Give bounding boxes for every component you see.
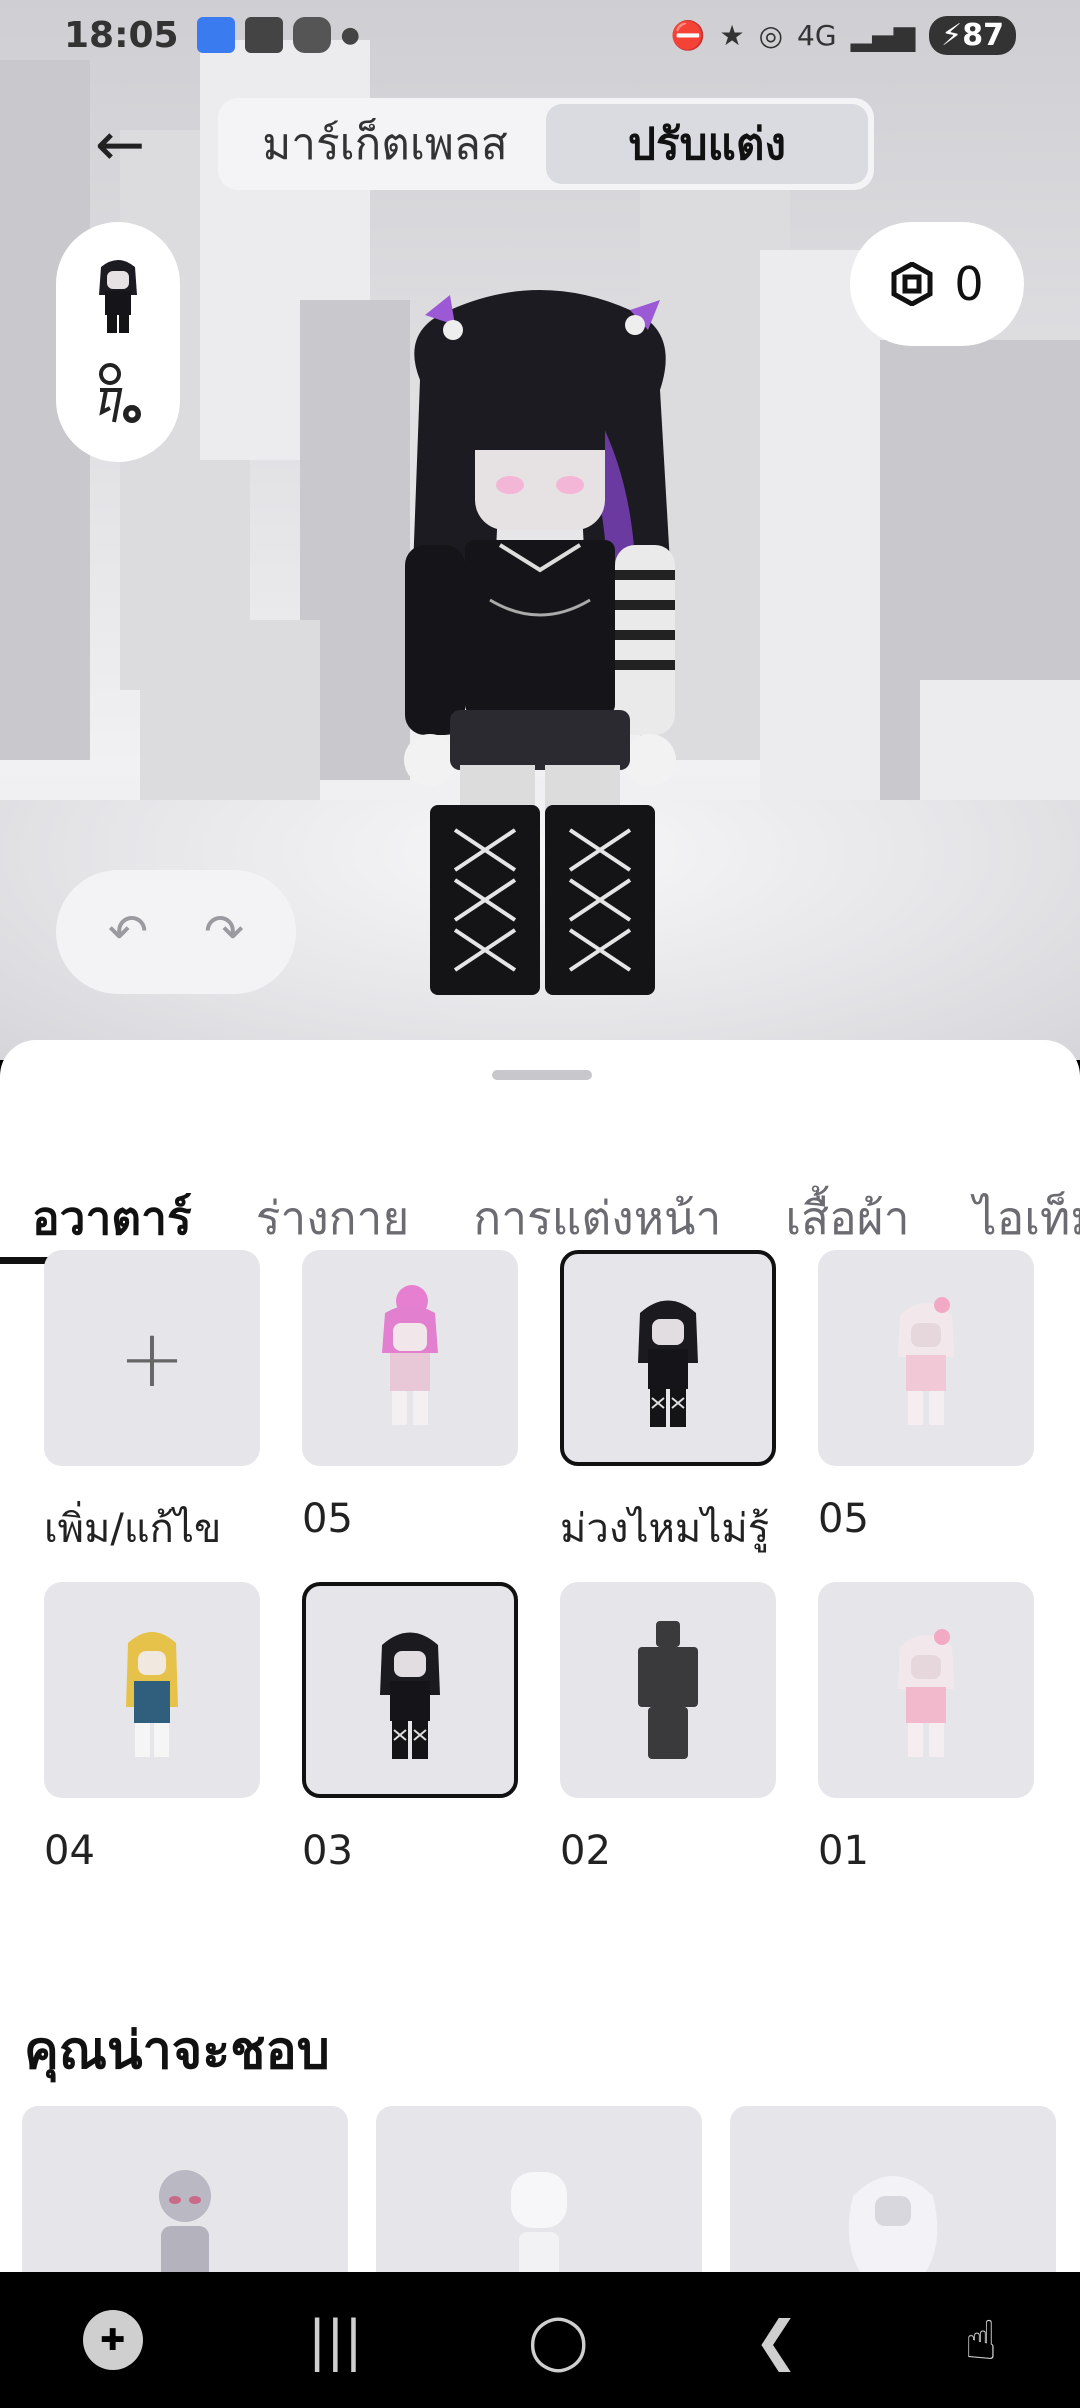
outfit-label: 05 (302, 1496, 353, 1542)
tab-avatar[interactable]: อวาตาร์ (0, 1140, 224, 1264)
outfit-avatar-image (638, 1300, 698, 1427)
battery-indicator: ⚡87 (929, 15, 1016, 55)
outfit-label: 03 (302, 1828, 353, 1874)
scene-block (140, 620, 320, 820)
recommend-item-image (159, 2170, 211, 2272)
robux-amount: 0 (954, 257, 984, 311)
hotspot-icon: ◎ (758, 18, 784, 52)
side-toolbar (56, 222, 180, 462)
outfit-item[interactable]: 05 (818, 1250, 1034, 1582)
more-dot-icon: ● (340, 22, 360, 48)
outfit-item[interactable]: 04 (44, 1582, 260, 1914)
avatar-model[interactable] (330, 270, 750, 1000)
star-icon: ★ (719, 18, 745, 52)
system-nav-bar: ✚ ||| ◯ ❮ ☝ (0, 2272, 1080, 2408)
undo-icon[interactable]: ↶ (108, 904, 148, 960)
outfit-label: 04 (44, 1828, 95, 1874)
recommend-card[interactable] (376, 2106, 702, 2272)
outfit-item[interactable]: 01 (818, 1582, 1034, 1914)
outfit-avatar-image (382, 1285, 438, 1425)
tab-customize[interactable]: ปรับแต่ง (546, 104, 868, 184)
game-launcher-icon[interactable]: ✚ (82, 2310, 143, 2370)
recommend-card[interactable] (22, 2106, 348, 2272)
game-icon (292, 17, 331, 53)
outfit-label: ม่วงไหมไม่รู้ (560, 1506, 770, 1552)
avatar-settings-icon[interactable] (88, 360, 148, 430)
editor-bottom-sheet: อวาตาร์ ร่างกาย การแต่งหน้า เสื้อผ้า ไอเ… (0, 1040, 1080, 2272)
outfit-item[interactable]: 02 (560, 1582, 776, 1914)
battery-level: 87 (962, 17, 1004, 53)
status-time: 18:05 (64, 14, 179, 56)
plus-icon: + (118, 1311, 186, 1405)
back-nav-icon[interactable]: ❮ (754, 2309, 799, 2372)
outfit-thumbnail[interactable] (818, 1582, 1034, 1798)
youtube-icon (244, 17, 283, 53)
outfit-label: 01 (818, 1828, 869, 1874)
recommend-card[interactable] (730, 2106, 1056, 2272)
outfit-label: 05 (818, 1496, 869, 1542)
sheet-drag-handle[interactable] (492, 1070, 592, 1080)
outfit-avatar-image (898, 1297, 954, 1425)
recommend-row (22, 2106, 1062, 2272)
redo-icon[interactable]: ↷ (204, 904, 244, 960)
outfit-thumbnail[interactable] (302, 1582, 518, 1798)
outfit-thumbnail[interactable] (560, 1250, 776, 1466)
back-button[interactable]: ← (80, 110, 160, 180)
outfit-avatar-image (638, 1621, 698, 1759)
outfit-avatar-image (126, 1632, 178, 1757)
outfit-thumbnail[interactable] (302, 1250, 518, 1466)
outfit-item[interactable]: 05 (302, 1250, 518, 1582)
mode-switch: มาร์เก็ตเพลส ปรับแต่ง (218, 98, 874, 190)
outfit-thumbnail[interactable] (44, 1582, 260, 1798)
outfit-add-edit[interactable]: + เพิ่ม/แก้ไข (44, 1250, 260, 1582)
outfit-thumbnail[interactable] (818, 1250, 1034, 1466)
outfit-label: 02 (560, 1828, 611, 1874)
category-tabs: อวาตาร์ ร่างกาย การแต่งหน้า เสื้อผ้า ไอเ… (0, 1140, 1080, 1264)
status-bar: 18:05 ● ⛔ ★ ◎ 4G ▂▄▆ ⚡87 (0, 0, 1080, 70)
home-icon[interactable]: ◯ (528, 2309, 588, 2372)
touch-lock-icon[interactable]: ☝ (964, 2309, 997, 2372)
outfit-item[interactable]: ม่วงไหมไม่รู้ (560, 1250, 776, 1582)
outfit-thumbnail[interactable]: + (44, 1250, 260, 1466)
signal-icon: ▂▄▆ (850, 18, 916, 52)
status-right: ⛔ ★ ◎ 4G ▂▄▆ ⚡87 (670, 15, 1016, 55)
dnd-icon: ⛔ (670, 18, 706, 52)
outfit-label: เพิ่ม/แก้ไข (44, 1506, 222, 1552)
network-type: 4G (797, 18, 837, 52)
tab-body[interactable]: ร่างกาย (224, 1140, 442, 1264)
tab-clothing[interactable]: เสื้อผ้า (753, 1140, 941, 1264)
avatar-thumbnail-icon[interactable] (91, 255, 145, 335)
outfit-avatar-image (380, 1632, 440, 1759)
recents-icon[interactable]: ||| (308, 2309, 363, 2372)
recommend-item-image (511, 2172, 567, 2272)
outfit-thumbnail[interactable] (560, 1582, 776, 1798)
outfit-grid: + เพิ่ม/แก้ไข 05 ม่วงไหมไม่รู้ 05 04 03 … (44, 1250, 1044, 1914)
tab-marketplace[interactable]: มาร์เก็ตเพลส (224, 104, 546, 184)
recommend-heading: คุณน่าจะชอบ (24, 2021, 330, 2081)
outfit-avatar-image (898, 1629, 954, 1757)
robux-icon (891, 262, 933, 306)
outfit-item[interactable]: 03 (302, 1582, 518, 1914)
tab-items[interactable]: ไอเท็ม (942, 1140, 1080, 1264)
robux-balance[interactable]: 0 (850, 222, 1024, 346)
tab-makeup[interactable]: การแต่งหน้า (441, 1140, 753, 1264)
recommend-item-image (848, 2176, 938, 2272)
undo-redo-group: ↶ ↷ (56, 870, 296, 994)
app-store-icon (196, 17, 235, 53)
arrow-left-icon: ← (94, 110, 146, 180)
